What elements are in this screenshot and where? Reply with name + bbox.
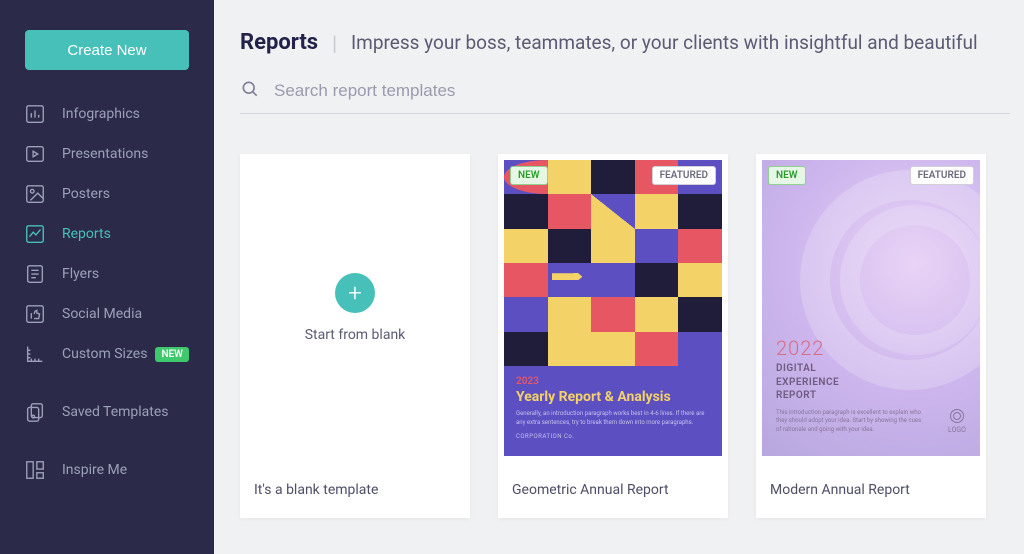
template-gallery: + Start from blank It's a blank template… [240,154,1024,518]
nav-separator [0,374,214,392]
ruler-icon [24,343,46,365]
create-new-button[interactable]: Create New [25,30,189,70]
nav-separator [0,432,214,450]
bookmark-icon [24,401,46,423]
sidebar-item-label: Inspire Me [62,462,127,478]
plus-icon: + [335,273,375,313]
template-title: Geometric Annual Report [498,462,728,518]
sidebar-item-presentations[interactable]: Presentations [0,134,214,174]
page-title: Reports [240,30,318,55]
bar-chart-icon [24,103,46,125]
sidebar-item-social-media[interactable]: Social Media [0,294,214,334]
featured-badge: FEATURED [910,166,974,185]
sidebar: Create New Infographics Presentations Po… [0,0,214,554]
template-card-blank[interactable]: + Start from blank It's a blank template [240,154,470,518]
sidebar-item-saved-templates[interactable]: Saved Templates [0,392,214,432]
blank-preview-label: Start from blank [305,327,406,343]
template-card-geometric[interactable]: NEW FEATURED 2023 Yearly Report & Analys… [498,154,728,518]
geometric-artwork: 2023 Yearly Report & Analysis Generally,… [504,160,722,456]
image-icon [24,183,46,205]
template-preview: NEW FEATURED 2022 DIGITAL EXPERIENCE REP… [756,154,986,462]
sidebar-item-reports[interactable]: Reports [0,214,214,254]
nav-list: Infographics Presentations Posters Repor… [0,94,214,490]
line-chart-icon [24,223,46,245]
modern-artwork: 2022 DIGITAL EXPERIENCE REPORT This intr… [762,160,980,456]
search-icon [240,79,274,103]
modern-desc: This introduction paragraph is excellent… [776,409,926,434]
sidebar-item-label: Presentations [62,146,148,162]
template-preview: NEW FEATURED 2023 Yearly Report & Analys… [498,154,728,462]
geo-heading: Yearly Report & Analysis [516,389,710,407]
blank-preview: + Start from blank [240,154,470,462]
grid-icon [24,459,46,481]
sidebar-item-label: Social Media [62,306,142,322]
sidebar-item-label: Posters [62,186,110,202]
geo-corp: CORPORATION Co. [516,433,710,440]
sidebar-item-posters[interactable]: Posters [0,174,214,214]
search-bar[interactable] [240,79,1010,114]
logo-icon: LOGO [948,409,966,434]
sidebar-item-label: Infographics [62,106,140,122]
geo-year: 2023 [516,376,710,387]
new-badge: NEW [510,166,548,185]
sidebar-item-inspire-me[interactable]: Inspire Me [0,450,214,490]
sidebar-item-label: Reports [62,226,111,242]
geo-desc: Generally, an introduction paragraph wor… [516,410,710,427]
sidebar-item-flyers[interactable]: Flyers [0,254,214,294]
search-input[interactable] [274,81,1010,101]
modern-year: 2022 [776,336,926,360]
featured-badge: FEATURED [652,166,716,185]
document-icon [24,263,46,285]
template-title: Modern Annual Report [756,462,986,518]
sidebar-item-label: Saved Templates [62,404,169,420]
template-title: It's a blank template [240,462,470,518]
new-badge: NEW [768,166,806,185]
sidebar-item-label: Flyers [62,266,99,282]
sidebar-item-label: Custom Sizes [62,346,147,362]
new-badge: NEW [155,347,189,362]
template-card-modern[interactable]: NEW FEATURED 2022 DIGITAL EXPERIENCE REP… [756,154,986,518]
sidebar-item-infographics[interactable]: Infographics [0,94,214,134]
divider: | [332,31,337,55]
sidebar-item-custom-sizes[interactable]: Custom Sizes NEW [0,334,214,374]
tagline: Impress your boss, teammates, or your cl… [351,31,978,54]
modern-heading: DIGITAL EXPERIENCE REPORT [776,362,926,403]
presentation-icon [24,143,46,165]
thumbs-up-icon [24,303,46,325]
main-content: Reports | Impress your boss, teammates, … [214,0,1024,554]
header: Reports | Impress your boss, teammates, … [240,30,1024,55]
